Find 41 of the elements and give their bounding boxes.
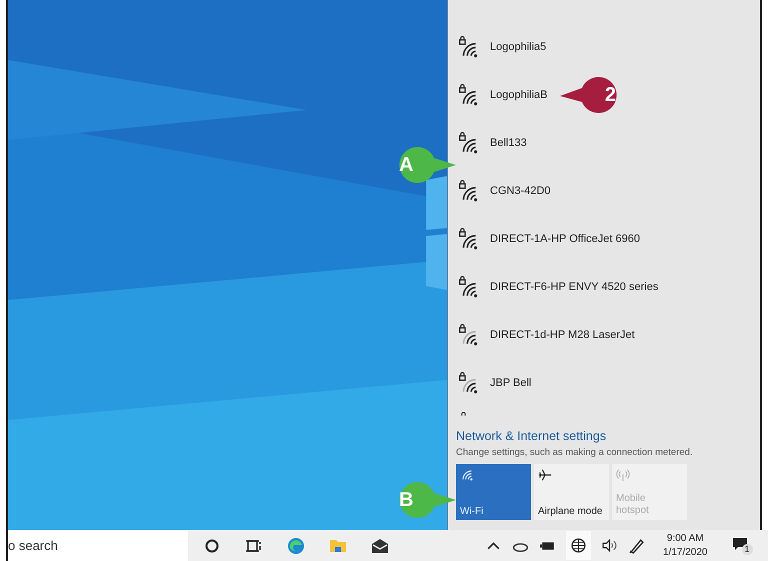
network-name: DIRECT-1d-HP M28 LaserJet — [490, 329, 635, 341]
network-name: CGN3-42D0 — [490, 185, 551, 197]
settings-link[interactable]: Network & Internet settings — [456, 429, 606, 443]
notification-icon[interactable] — [732, 536, 748, 552]
notification-count: 1 — [742, 544, 752, 554]
network-item[interactable]: DIRECT-1A-HP OfficeJet 6960 — [456, 215, 644, 263]
lock-icon — [461, 412, 466, 416]
network-name: JBP Bell — [490, 377, 532, 389]
clock-time: 9:00 AM — [666, 532, 704, 546]
wifi-lock-icon — [458, 132, 480, 154]
network-name: DIRECT-1A-HP OfficeJet 6960 — [490, 233, 640, 245]
pen-icon[interactable] — [628, 537, 645, 554]
clock-date: 1/17/2020 — [663, 546, 708, 559]
quick-action-tile[interactable]: Wi-Fi — [456, 464, 531, 520]
quick-action-tile[interactable]: Airplane mode — [534, 464, 609, 520]
network-item[interactable]: Logophilia5 — [456, 23, 550, 71]
network-name: LogophiliaB — [490, 89, 548, 101]
wifi-icon — [460, 468, 474, 482]
network-name: DIRECT-F6-HP ENVY 4520 series — [490, 281, 658, 293]
hotspot-icon — [616, 468, 630, 482]
wifi-lock-icon — [458, 36, 480, 58]
wifi-lock-icon — [458, 372, 480, 394]
settings-description: Change settings, such as making a connection metered. — [456, 447, 694, 458]
wifi-lock-icon — [458, 228, 480, 250]
network-item[interactable]: LogophiliaB — [456, 71, 552, 119]
network-item[interactable]: DIRECT-1d-HP M28 LaserJet — [456, 311, 639, 359]
browser-icon[interactable] — [286, 536, 306, 556]
network-item[interactable]: JBP Bell — [456, 359, 536, 407]
wifi-lock-icon — [458, 180, 480, 202]
wifi-lock-icon — [458, 276, 480, 298]
wifi-lock-icon — [458, 324, 480, 346]
network-name: Bell133 — [490, 137, 527, 149]
search-field[interactable]: o search — [6, 530, 188, 561]
network-item[interactable]: Bell133 — [456, 119, 531, 167]
airplane-icon — [538, 468, 552, 482]
wifi-lock-icon — [458, 84, 480, 106]
network-name: Logophilia5 — [490, 41, 546, 53]
globe-icon[interactable] — [566, 531, 591, 560]
volume-icon[interactable] — [601, 537, 618, 554]
network-item[interactable]: CGN3-42D0 — [456, 167, 555, 215]
network-item[interactable]: DIRECT-F6-HP ENVY 4520 series — [456, 263, 662, 311]
